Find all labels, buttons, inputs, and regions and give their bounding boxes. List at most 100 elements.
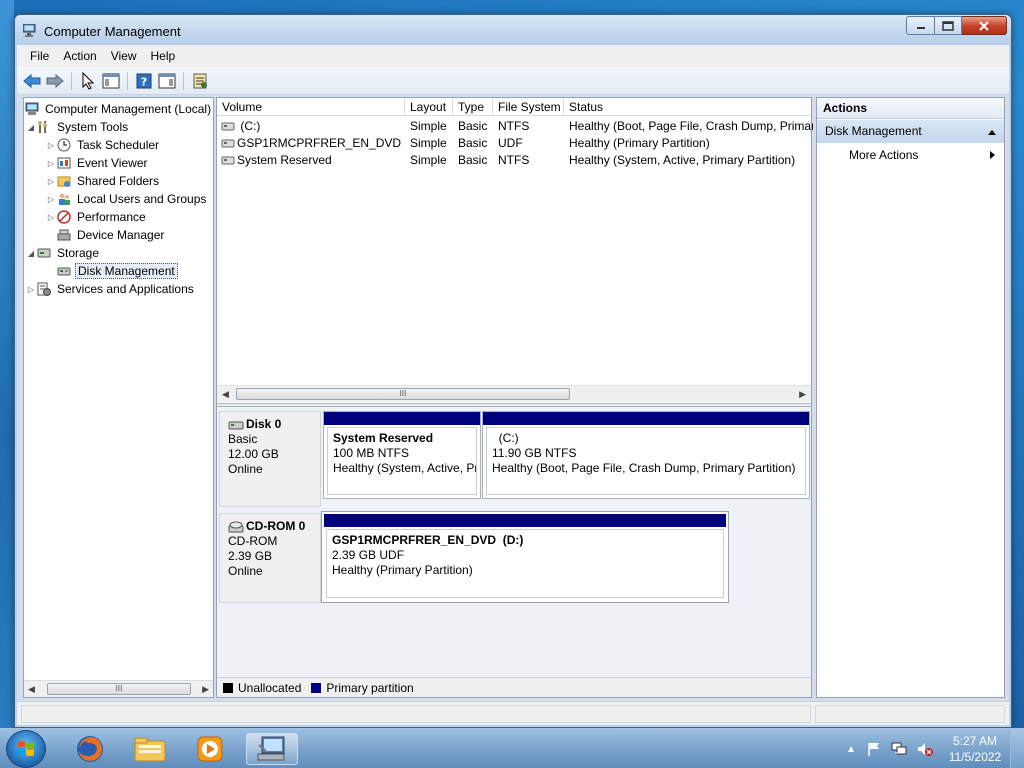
- taskbar-media-player[interactable]: [184, 733, 236, 765]
- show-desktop-button[interactable]: [1010, 729, 1024, 768]
- menu-action[interactable]: Action: [56, 49, 103, 63]
- volume-cell-status: Healthy (Boot, Page File, Crash Dump, Pr…: [569, 119, 813, 133]
- expand-icon[interactable]: ▷: [46, 177, 56, 186]
- maximize-button[interactable]: [935, 16, 962, 35]
- scroll-right-icon[interactable]: ▶: [202, 684, 209, 695]
- services-icon: [36, 281, 52, 297]
- legend-primary-partition: Primary partition: [326, 680, 414, 695]
- toolbar-separator: [127, 71, 128, 90]
- tree-item-local-users-and-groups[interactable]: ▷ Local Users and Groups: [46, 190, 208, 208]
- volume-row[interactable]: GSP1RMCPRFRER_EN_DVD (D:) Simple Basic UDF H…: [217, 135, 811, 152]
- expand-icon[interactable]: ▷: [46, 159, 56, 168]
- taskbar-explorer[interactable]: [124, 733, 176, 765]
- close-button[interactable]: [962, 16, 1007, 35]
- expand-icon[interactable]: ▷: [46, 141, 56, 150]
- tree-item-device-manager[interactable]: Device Manager: [46, 226, 166, 244]
- show-hide-action-pane-button[interactable]: [157, 71, 177, 91]
- show-hide-tree-button[interactable]: [101, 71, 121, 91]
- menu-view[interactable]: View: [104, 49, 144, 63]
- volume-muted-icon[interactable]: [916, 741, 934, 757]
- hard-disk-icon: [228, 421, 244, 429]
- column-header-status[interactable]: Status: [564, 98, 813, 116]
- volume-cell-fs: NTFS: [498, 153, 530, 167]
- actions-pane: Actions Disk Management More Actions: [816, 97, 1005, 698]
- actions-section-disk-management[interactable]: Disk Management: [817, 120, 1004, 143]
- more-actions-item[interactable]: More Actions: [817, 145, 1004, 165]
- scroll-left-icon[interactable]: ◀: [222, 389, 229, 400]
- up-level-button[interactable]: [78, 71, 98, 91]
- taskbar-firefox[interactable]: [64, 733, 116, 765]
- column-header-layout[interactable]: Layout: [405, 98, 453, 116]
- disk-graphical-view: Disk 0 Basic 12.00 GB Online System Rese…: [217, 407, 811, 677]
- partition-details: (C:) 11.90 GB NTFS Healthy (Boot, Page F…: [486, 427, 806, 495]
- clock[interactable]: 5:27 AM 11/5/2022: [940, 733, 1010, 765]
- scroll-thumb[interactable]: III: [47, 683, 191, 695]
- expand-icon[interactable]: ▷: [46, 213, 56, 222]
- start-button[interactable]: [6, 730, 46, 768]
- partition-system-reserved[interactable]: System Reserved 100 MB NTFS Healthy (Sys…: [323, 411, 481, 499]
- scroll-left-icon[interactable]: ◀: [28, 684, 35, 695]
- volume-row[interactable]: (C:) Simple Basic NTFS Healthy (Boot, Page F…: [217, 118, 813, 135]
- scroll-thumb[interactable]: III: [236, 388, 570, 400]
- volume-list-header: Volume Layout Type File System Status: [217, 98, 811, 116]
- menu-file[interactable]: File: [23, 49, 56, 63]
- tree-item-event-viewer[interactable]: ▷ Event Viewer: [46, 154, 149, 172]
- thumb-grip: III: [399, 389, 407, 398]
- tree-item-system-tools[interactable]: ◢ System Tools: [26, 118, 130, 136]
- tree-item-shared-folders[interactable]: ▷ Shared Folders: [46, 172, 161, 190]
- volume-cell-status: Healthy (System, Active, Primary Partiti…: [569, 153, 796, 167]
- primary-partition-bar: [483, 412, 809, 425]
- title-bar[interactable]: Computer Management: [15, 15, 1011, 45]
- cd-rom-icon: [228, 521, 244, 532]
- expand-icon[interactable]: ▷: [26, 285, 36, 294]
- column-header-volume[interactable]: Volume: [217, 98, 405, 116]
- tree-item-task-scheduler[interactable]: ▷ Task Scheduler: [46, 136, 161, 154]
- collapse-icon[interactable]: ◢: [26, 123, 36, 132]
- volume-list-hscrollbar[interactable]: ◀ III ▶: [217, 385, 811, 402]
- volume-cell-type: Basic: [458, 119, 488, 133]
- back-button[interactable]: [22, 71, 42, 91]
- computer-management-icon: [23, 24, 36, 37]
- volume-cell-type: Basic: [458, 136, 488, 150]
- column-header-file-system[interactable]: File System: [493, 98, 564, 116]
- partition-c-drive[interactable]: (C:) 11.90 GB NTFS Healthy (Boot, Page F…: [482, 411, 810, 499]
- tree-item-label: Task Scheduler: [77, 138, 160, 152]
- expand-icon[interactable]: ▷: [46, 195, 56, 204]
- partition-d-drive[interactable]: GSP1RMCPRFRER_EN_DVD (D:) 2.39 GB UDF He…: [321, 511, 729, 603]
- properties-button[interactable]: [190, 71, 210, 91]
- tree-item-computer-management-local[interactable]: Computer Management (Local): [24, 100, 213, 118]
- tree-item-disk-management[interactable]: Disk Management: [46, 262, 178, 280]
- disk-size: 2.39 GB: [228, 549, 273, 563]
- performance-icon: [56, 209, 72, 225]
- tree-item-services-and-applications[interactable]: ▷ Services and Applications: [26, 280, 196, 298]
- disk-state: Online: [228, 564, 263, 578]
- action-center-flag-icon[interactable]: [866, 741, 882, 757]
- disk-type: Basic: [228, 432, 258, 446]
- tree-hscrollbar[interactable]: ◀ III ▶: [24, 680, 213, 697]
- menu-bar: File Action View Help: [17, 45, 1009, 67]
- forward-button[interactable]: [45, 71, 65, 91]
- column-header-type[interactable]: Type: [453, 98, 493, 116]
- volume-cell-type: Basic: [458, 153, 488, 167]
- menu-help[interactable]: Help: [144, 49, 183, 63]
- minimize-button[interactable]: [906, 16, 935, 35]
- tree-item-label: Device Manager: [77, 228, 165, 242]
- disk-0-label[interactable]: Disk 0 Basic 12.00 GB Online: [219, 411, 321, 507]
- shared-folder-icon: [56, 173, 72, 189]
- volume-row[interactable]: System Reserved Simple Basic NTFS Healthy (S…: [217, 152, 811, 169]
- help-button[interactable]: ?: [134, 71, 154, 91]
- forward-arrow-icon: [46, 73, 64, 88]
- storage-icon: [36, 245, 52, 261]
- network-icon[interactable]: [890, 741, 908, 757]
- svg-text:?: ?: [141, 75, 147, 88]
- tree-item-performance[interactable]: ▷ Performance: [46, 208, 148, 226]
- tree-item-storage[interactable]: ◢ Storage: [26, 244, 101, 262]
- scroll-right-icon[interactable]: ▶: [799, 389, 806, 400]
- disk-type: CD-ROM: [228, 534, 278, 548]
- partition-size: 2.39 GB UDF: [332, 548, 405, 562]
- tree-item-label: Services and Applications: [57, 282, 194, 296]
- collapse-icon[interactable]: ◢: [26, 249, 36, 258]
- cdrom-0-label[interactable]: CD-ROM 0 CD-ROM 2.39 GB Online: [219, 513, 321, 603]
- show-hidden-icons-icon[interactable]: ▲: [846, 744, 856, 755]
- taskbar-computer-management[interactable]: [246, 733, 298, 765]
